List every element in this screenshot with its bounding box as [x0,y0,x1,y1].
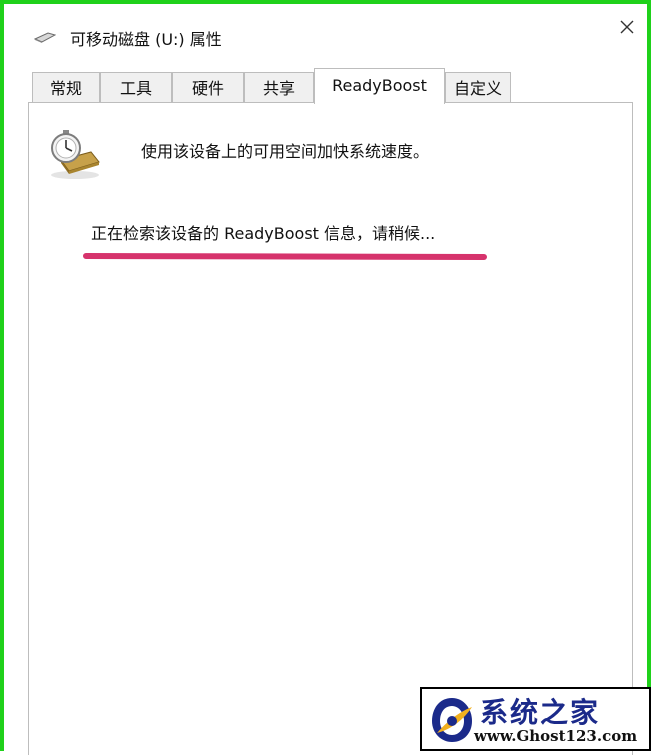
annotation-underline [83,253,487,260]
watermark-title: 系统之家 [480,696,601,729]
close-button[interactable] [612,14,642,38]
tab-general[interactable]: 常规 [32,72,100,103]
removable-drive-icon [34,32,56,43]
window-title: 可移动磁盘 (U:) 属性 [70,30,222,49]
watermark-badge: 系统之家 www.Ghost123.com [420,687,651,751]
stopwatch-usb-drive-icon [51,130,100,179]
readyboost-status-text: 正在检索该设备的 ReadyBoost 信息，请稍候... [91,224,436,243]
tab-hardware[interactable]: 硬件 [172,72,244,103]
readyboost-description: 使用该设备上的可用空间加快系统速度。 [141,142,430,161]
close-icon [620,20,634,34]
watermark-url: www.Ghost123.com [474,727,638,745]
title-bar: 可移动磁盘 (U:) 属性 [12,10,644,50]
tab-readyboost[interactable]: ReadyBoost [314,68,445,104]
tab-customize[interactable]: 自定义 [445,72,511,103]
tab-strip: 常规 工具 硬件 共享 ReadyBoost 自定义 [32,68,640,104]
readyboost-panel [28,102,633,755]
tab-tools[interactable]: 工具 [100,72,172,103]
screenshot-frame: 可移动磁盘 (U:) 属性 常规 工具 硬件 共享 ReadyBoost 自定义… [0,0,651,755]
tab-sharing[interactable]: 共享 [244,72,314,103]
site-logo-icon [432,698,472,742]
